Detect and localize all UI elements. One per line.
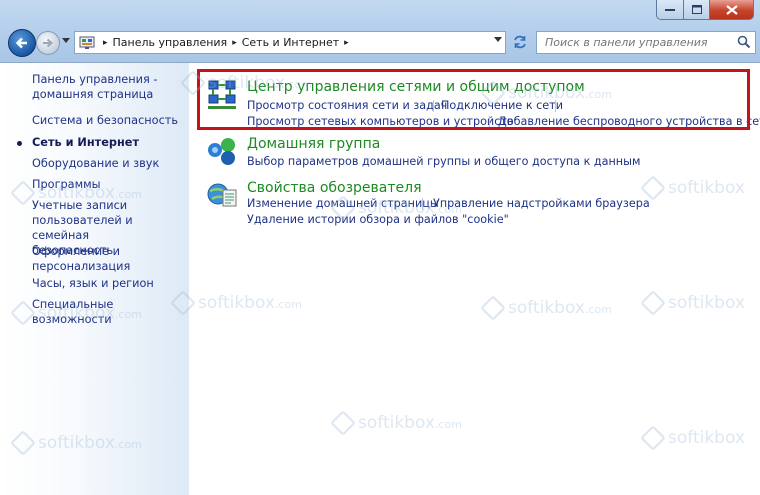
back-button[interactable] xyxy=(8,29,36,57)
window-controls xyxy=(656,0,754,20)
refresh-icon xyxy=(514,35,526,49)
sidebar-item-ease-of-access[interactable]: Специальные возможности xyxy=(32,297,182,327)
category-title-internet-options[interactable]: Свойства обозревателя xyxy=(247,180,422,196)
category-internet-options: Свойства обозревателя Изменение домашней… xyxy=(206,178,746,228)
sidebar-item-control-panel-home[interactable]: Панель управления - домашняя страница xyxy=(32,72,182,102)
forward-button[interactable] xyxy=(36,31,60,55)
close-icon xyxy=(725,4,738,15)
link-change-home-page[interactable]: Изменение домашней страницы xyxy=(247,197,439,210)
window-titlebar: ▸ Панель управления ▸ Сеть и Интернет ▸ xyxy=(0,0,760,63)
sidebar-item-clock-language-region[interactable]: Часы, язык и регион xyxy=(32,276,182,291)
sidebar-item-label: персонализация xyxy=(32,260,131,273)
minimize-button[interactable] xyxy=(656,0,684,20)
category-homegroup: Домашняя группа Выбор параметров домашне… xyxy=(206,136,746,172)
search-box[interactable] xyxy=(536,31,756,54)
maximize-icon xyxy=(691,5,702,14)
link-separator xyxy=(422,198,423,210)
link-homegroup-settings[interactable]: Выбор параметров домашней группы и общег… xyxy=(247,155,640,168)
breadcrumb-separator-icon[interactable]: ▸ xyxy=(344,38,349,48)
address-dropdown-icon[interactable] xyxy=(494,37,502,43)
current-page-bullet-icon xyxy=(17,141,22,146)
sidebar-item-programs[interactable]: Программы xyxy=(32,177,182,192)
search-input[interactable] xyxy=(543,35,737,50)
sidebar-item-network-internet: Сеть и Интернет xyxy=(32,136,139,149)
sidebar-item-appearance[interactable]: Оформление и персонализация xyxy=(32,244,182,274)
forward-arrow-icon xyxy=(43,38,54,48)
refresh-button[interactable] xyxy=(510,33,530,51)
sidebar-item-label: Оформление и xyxy=(32,245,120,258)
highlight-frame xyxy=(197,69,750,130)
back-arrow-icon xyxy=(15,37,27,49)
breadcrumb-separator-icon[interactable]: ▸ xyxy=(232,38,237,48)
address-bar[interactable]: ▸ Панель управления ▸ Сеть и Интернет ▸ xyxy=(74,31,506,54)
category-title-homegroup[interactable]: Домашняя группа xyxy=(247,136,380,152)
breadcrumb-control-panel[interactable]: Панель управления xyxy=(113,36,228,49)
recent-pages-dropdown-icon[interactable] xyxy=(62,38,70,44)
close-button[interactable] xyxy=(710,0,754,20)
breadcrumb-network-internet[interactable]: Сеть и Интернет xyxy=(242,36,339,49)
sidebar-item-hardware-sound[interactable]: Оборудование и звук xyxy=(32,156,182,171)
maximize-button[interactable] xyxy=(684,0,710,20)
sidebar-item-label: Панель управления - xyxy=(32,73,158,86)
navigation-bar: ▸ Панель управления ▸ Сеть и Интернет ▸ xyxy=(6,28,756,57)
minimize-icon xyxy=(665,8,675,11)
sidebar-item-label: Учетные записи xyxy=(32,199,128,212)
sidebar-item-label: домашняя страница xyxy=(32,88,154,101)
link-manage-browser-addons[interactable]: Управление надстройками браузера xyxy=(433,197,650,210)
breadcrumb-separator-icon[interactable]: ▸ xyxy=(103,38,108,48)
homegroup-icon xyxy=(208,138,235,165)
control-panel-icon xyxy=(79,36,95,49)
sidebar: Панель управления - домашняя страница Си… xyxy=(0,63,189,495)
search-icon[interactable] xyxy=(737,35,751,49)
internet-options-icon xyxy=(207,183,237,207)
sidebar-item-system-security[interactable]: Система и безопасность xyxy=(32,113,182,128)
sidebar-item-label: пользователей и семейная xyxy=(32,214,133,242)
link-delete-browsing-history[interactable]: Удаление истории обзора и файлов "cookie… xyxy=(247,213,509,226)
